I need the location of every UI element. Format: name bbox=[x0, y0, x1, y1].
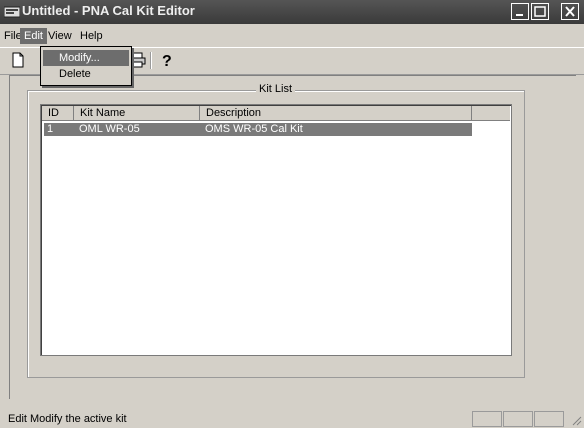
cell-id: 1 bbox=[47, 123, 54, 135]
status-pane bbox=[503, 411, 533, 427]
help-icon[interactable]: ? bbox=[157, 51, 177, 70]
menu-bar: File Edit View Help bbox=[0, 26, 584, 46]
table-row[interactable]: 1 OML WR-05 OMS WR-05 Cal Kit bbox=[44, 123, 472, 136]
cell-kit-name: OML WR-05 bbox=[79, 123, 140, 135]
menu-help[interactable]: Help bbox=[76, 28, 107, 44]
window-title: Untitled - PNA Cal Kit Editor bbox=[22, 3, 195, 18]
new-document-icon[interactable] bbox=[8, 51, 28, 69]
svg-text:?: ? bbox=[162, 53, 172, 69]
app-window: Untitled - PNA Cal Kit Editor File Edit … bbox=[0, 0, 584, 428]
status-pane bbox=[534, 411, 564, 427]
column-header-filler bbox=[472, 106, 510, 121]
kit-list-label: Kit List bbox=[256, 83, 296, 95]
maximize-button[interactable] bbox=[531, 3, 549, 20]
menu-item-modify[interactable]: Modify... bbox=[43, 50, 129, 66]
status-bar: Edit Modify the active kit bbox=[0, 410, 584, 428]
title-bar[interactable]: Untitled - PNA Cal Kit Editor bbox=[0, 0, 584, 24]
close-button[interactable] bbox=[561, 3, 579, 20]
cell-description: OMS WR-05 Cal Kit bbox=[205, 123, 303, 135]
column-header-description[interactable]: Description bbox=[200, 106, 472, 121]
menu-edit[interactable]: Edit bbox=[20, 28, 47, 44]
column-header-kit-name[interactable]: Kit Name bbox=[74, 106, 200, 121]
list-header: ID Kit Name Description bbox=[42, 106, 510, 121]
status-pane bbox=[472, 411, 502, 427]
menu-view[interactable]: View bbox=[44, 28, 76, 44]
toolbar-separator bbox=[150, 52, 152, 69]
status-text: Edit Modify the active kit bbox=[8, 413, 127, 425]
resize-grip-icon[interactable] bbox=[570, 414, 582, 426]
minimize-button[interactable] bbox=[511, 3, 529, 20]
kit-list-view[interactable]: ID Kit Name Description 1 OML WR-05 OMS … bbox=[40, 104, 512, 356]
menu-item-delete[interactable]: Delete bbox=[43, 66, 129, 82]
edit-dropdown-menu: Modify... Delete bbox=[40, 46, 132, 86]
app-icon bbox=[3, 5, 21, 18]
column-header-id[interactable]: ID bbox=[42, 106, 74, 121]
